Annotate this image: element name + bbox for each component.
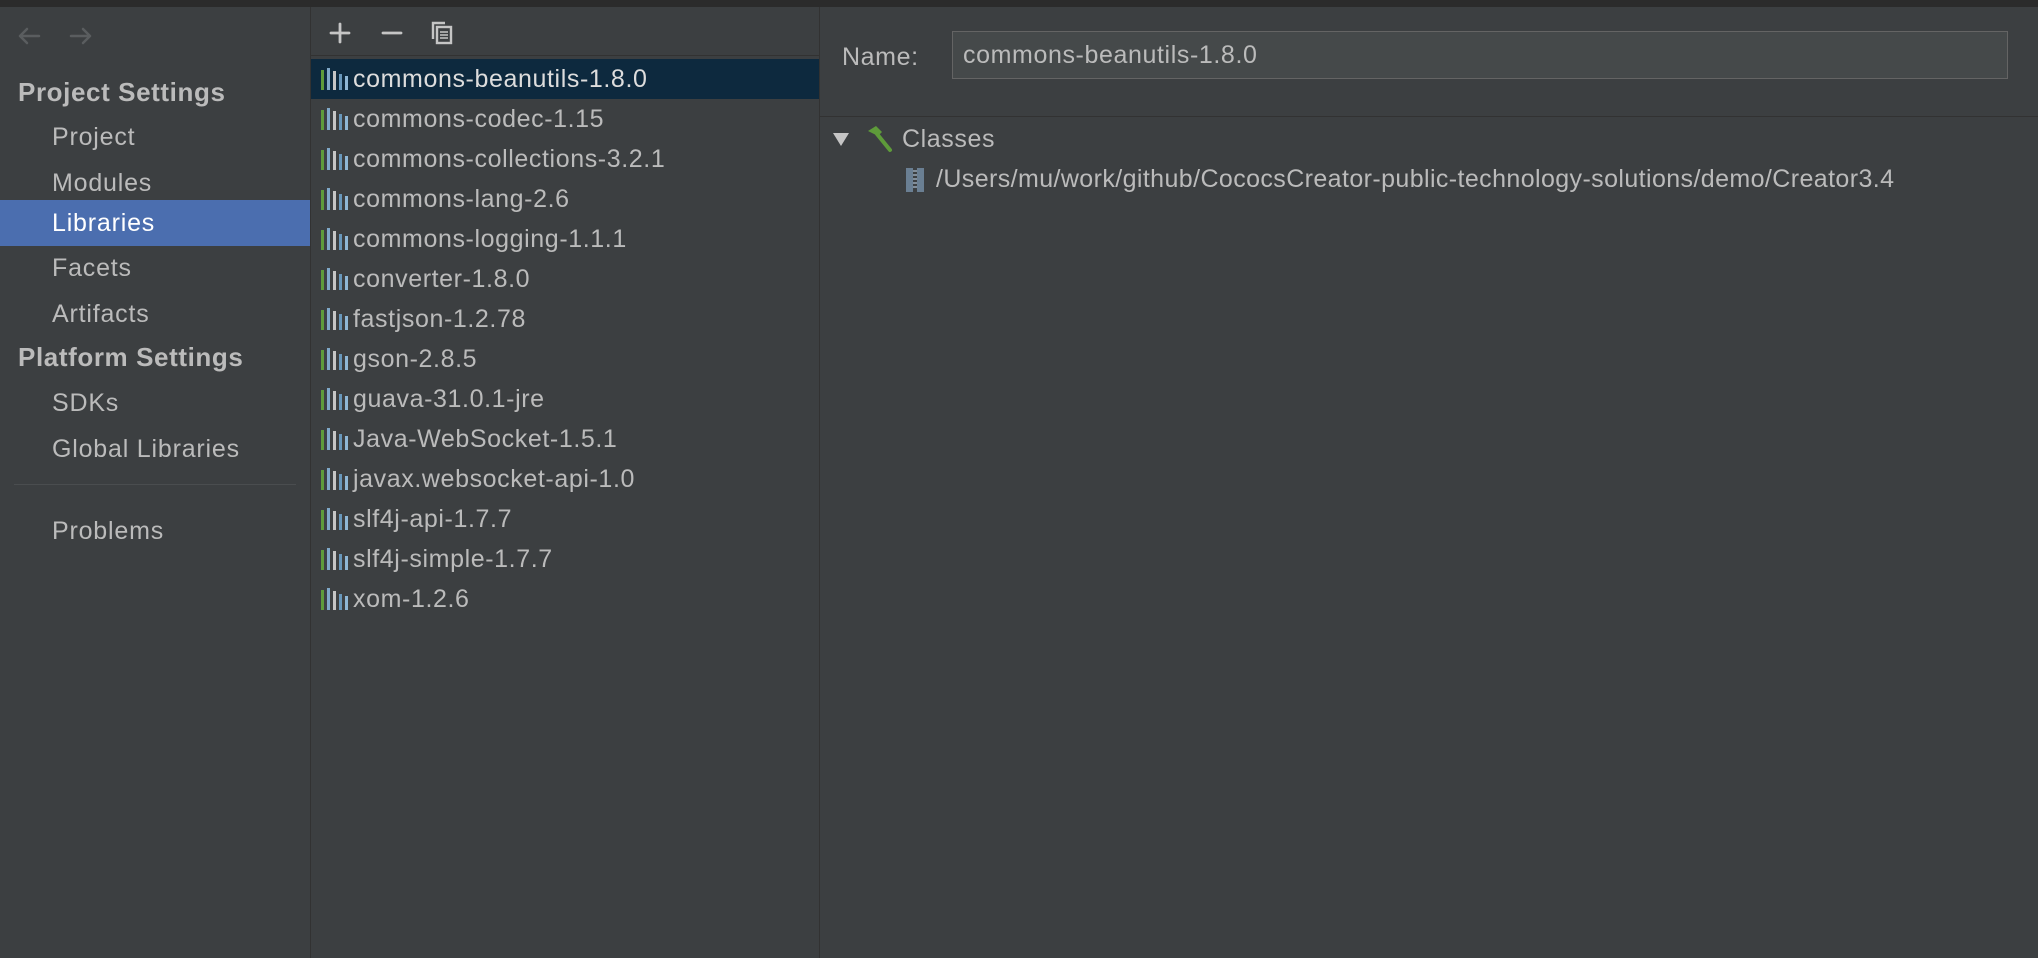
- sidebar-item-artifacts[interactable]: Artifacts: [0, 291, 310, 337]
- sidebar-item-project[interactable]: Project: [0, 114, 310, 160]
- library-list-item[interactable]: slf4j-api-1.7.7: [311, 499, 819, 539]
- library-list-item[interactable]: gson-2.8.5: [311, 339, 819, 379]
- library-name: commons-beanutils-1.8.0: [353, 64, 648, 93]
- libraries-panel: commons-beanutils-1.8.0 commons-codec-1.1…: [311, 7, 820, 958]
- classes-node-label[interactable]: Classes: [902, 125, 995, 154]
- library-list-item[interactable]: commons-lang-2.6: [311, 179, 819, 219]
- sidebar-item-label: Artifacts: [52, 299, 150, 328]
- library-list-item[interactable]: javax.websocket-api-1.0: [311, 459, 819, 499]
- library-list-item[interactable]: slf4j-simple-1.7.7: [311, 539, 819, 579]
- library-name: fastjson-1.2.78: [353, 304, 526, 333]
- library-name: xom-1.2.6: [353, 584, 470, 613]
- library-name: converter-1.8.0: [353, 264, 531, 293]
- sidebar-item-label: Global Libraries: [52, 434, 240, 463]
- sidebar-item-label: Facets: [52, 253, 132, 282]
- library-icon: [321, 468, 348, 490]
- library-icon: [321, 588, 348, 610]
- minus-icon: [381, 31, 403, 35]
- library-list-item[interactable]: Java-WebSocket-1.5.1: [311, 419, 819, 459]
- sidebar-item-libraries[interactable]: Libraries: [0, 200, 310, 246]
- library-detail-panel: Name: Classes /Users/mu/work/github/Coco…: [820, 7, 2038, 958]
- plus-icon: [329, 22, 351, 44]
- library-list-item[interactable]: fastjson-1.2.78: [311, 299, 819, 339]
- library-name: commons-codec-1.15: [353, 104, 605, 133]
- library-icon: [321, 548, 348, 570]
- library-name: commons-collections-3.2.1: [353, 144, 666, 173]
- expand-triangle-icon[interactable]: [830, 128, 852, 150]
- library-name: gson-2.8.5: [353, 344, 478, 373]
- library-name: slf4j-api-1.7.7: [353, 504, 513, 533]
- sidebar-item-label: Problems: [52, 516, 164, 545]
- back-arrow-icon[interactable]: [14, 21, 44, 56]
- library-list-item[interactable]: commons-codec-1.15: [311, 99, 819, 139]
- sidebar-item-problems[interactable]: Problems: [0, 508, 310, 554]
- library-icon: [321, 68, 348, 90]
- detail-separator: [820, 116, 2038, 117]
- settings-sidebar: Project Settings Project Modules Librari…: [0, 7, 311, 958]
- library-list-item[interactable]: xom-1.2.6: [311, 579, 819, 619]
- library-icon: [321, 308, 348, 330]
- library-list-item[interactable]: guava-31.0.1-jre: [311, 379, 819, 419]
- project-settings-heading: Project Settings: [18, 77, 226, 107]
- sidebar-item-label: Project: [52, 122, 136, 151]
- library-name: slf4j-simple-1.7.7: [353, 544, 553, 573]
- add-library-button[interactable]: [323, 16, 357, 50]
- sidebar-item-label: Libraries: [52, 208, 156, 237]
- nav-buttons: [14, 21, 96, 55]
- library-icon: [321, 188, 348, 210]
- jar-archive-icon: [906, 168, 924, 192]
- forward-arrow-icon[interactable]: [66, 21, 96, 56]
- library-list-item[interactable]: commons-beanutils-1.8.0: [311, 59, 819, 99]
- sidebar-item-facets[interactable]: Facets: [0, 245, 310, 291]
- sidebar-item-global-libraries[interactable]: Global Libraries: [0, 426, 310, 472]
- library-icon: [321, 148, 348, 170]
- class-path-entry[interactable]: /Users/mu/work/github/CococsCreator-publ…: [936, 165, 1894, 194]
- sidebar-item-label: Modules: [52, 168, 153, 197]
- library-icon: [321, 348, 348, 370]
- library-icon: [321, 228, 348, 250]
- library-name: guava-31.0.1-jre: [353, 384, 545, 413]
- library-icon: [321, 268, 348, 290]
- library-name: commons-logging-1.1.1: [353, 224, 627, 253]
- library-icon: [321, 428, 348, 450]
- name-label: Name:: [842, 43, 919, 71]
- library-list-item[interactable]: commons-logging-1.1.1: [311, 219, 819, 259]
- library-icon: [321, 108, 348, 130]
- remove-library-button[interactable]: [375, 16, 409, 50]
- library-name: javax.websocket-api-1.0: [353, 464, 635, 493]
- library-name: commons-lang-2.6: [353, 184, 570, 213]
- platform-settings-heading: Platform Settings: [18, 342, 244, 372]
- sidebar-divider: [14, 484, 296, 485]
- copy-icon: [431, 21, 453, 45]
- libraries-list: commons-beanutils-1.8.0 commons-codec-1.1…: [311, 59, 819, 619]
- library-list-item[interactable]: commons-collections-3.2.1: [311, 139, 819, 179]
- sidebar-item-sdks[interactable]: SDKs: [0, 380, 310, 426]
- library-name-input[interactable]: [952, 31, 2008, 79]
- classes-hammer-icon: [868, 126, 892, 152]
- library-list-item[interactable]: converter-1.8.0: [311, 259, 819, 299]
- library-name: Java-WebSocket-1.5.1: [353, 424, 618, 453]
- library-icon: [321, 388, 348, 410]
- library-icon: [321, 508, 348, 530]
- libraries-toolbar: [311, 7, 819, 56]
- sidebar-item-label: SDKs: [52, 388, 120, 417]
- copy-library-button[interactable]: [425, 16, 459, 50]
